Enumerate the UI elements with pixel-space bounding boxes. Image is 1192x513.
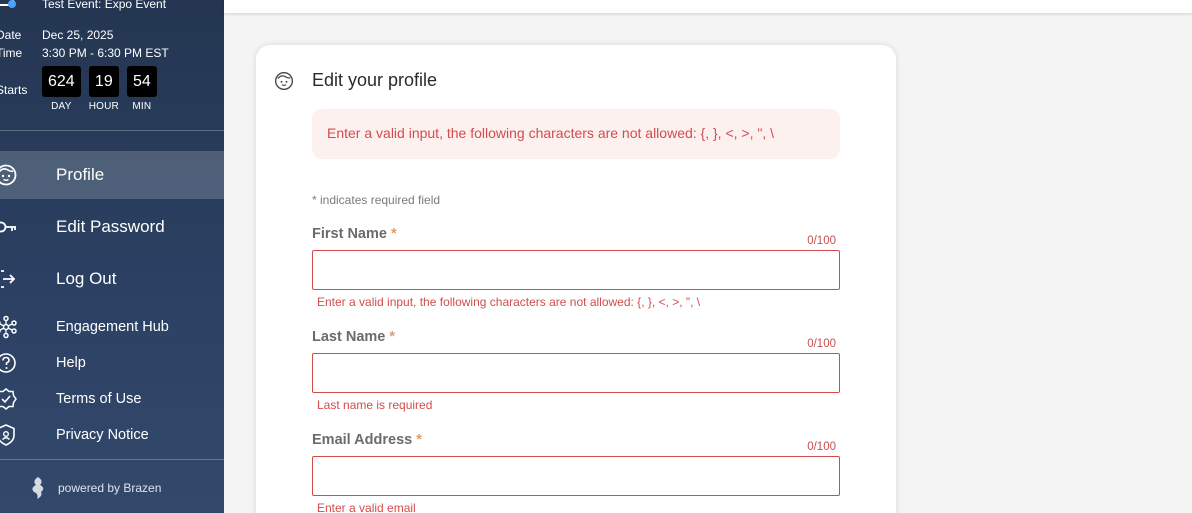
last-name-label: Last Name * (312, 329, 395, 345)
face-icon (0, 164, 17, 186)
email-input[interactable] (312, 456, 840, 496)
sidebar-item-label: Log Out (56, 269, 117, 288)
sidebar-item-label: Profile (56, 165, 105, 184)
sidebar-item-profile[interactable]: Profile (0, 151, 224, 199)
date-label: Date (0, 28, 22, 42)
sidebar-item-label: Edit Password (56, 217, 165, 236)
sidebar-item-label: Help (56, 355, 86, 371)
email-label: Email Address * (312, 432, 422, 448)
logout-icon (0, 270, 16, 288)
page-title: Edit your profile (312, 70, 438, 90)
required-star: * (389, 329, 396, 345)
sidebar: Test Event: Expo Event Date Dec 25, 2025… (0, 0, 224, 513)
first-name-label: First Name * (312, 226, 397, 242)
countdown-minutes-label: MIN (132, 101, 152, 112)
top-bar (224, 0, 1192, 13)
network-icon (0, 315, 17, 339)
sidebar-item-label: Engagement Hub (56, 319, 169, 335)
last-name-label-text: Last Name (312, 329, 386, 345)
required-star: * (416, 432, 422, 448)
edit-profile-card: Edit your profile Enter a valid input, t… (256, 45, 896, 513)
shield-icon (0, 424, 15, 446)
first-name-label-text: First Name (312, 226, 387, 242)
countdown-hours-value: 19 (88, 66, 119, 97)
email-error: Enter a valid email (317, 501, 416, 513)
brazen-logo-icon (32, 477, 44, 499)
sidebar-item-engagement-hub[interactable]: Engagement Hub (0, 315, 224, 339)
countdown-days-label: DAY (51, 101, 72, 112)
sidebar-item-log-out[interactable]: Log Out (0, 255, 224, 303)
last-name-error: Last name is required (317, 398, 433, 412)
last-name-input[interactable] (312, 353, 840, 393)
first-name-input[interactable] (312, 250, 840, 290)
help-icon (0, 353, 16, 373)
sidebar-item-privacy-notice[interactable]: Privacy Notice (0, 423, 224, 447)
powered-by: powered by Brazen (28, 476, 161, 500)
powered-by-text: powered by Brazen (58, 481, 162, 495)
countdown-minutes: 54 MIN (126, 66, 157, 112)
sidebar-item-edit-password[interactable]: Edit Password (0, 203, 224, 251)
countdown-hours-label: HOUR (88, 101, 119, 112)
countdown-days-value: 624 (42, 66, 81, 97)
time-value: 3:30 PM - 6:30 PM EST (42, 46, 169, 60)
sidebar-item-label: Privacy Notice (56, 427, 149, 443)
email-label-text: Email Address (312, 432, 413, 448)
first-name-error: Enter a valid input, the following chara… (317, 295, 701, 309)
sidebar-divider (0, 459, 224, 460)
last-name-char-count: 0/100 (807, 338, 836, 350)
sidebar-item-label: Terms of Use (56, 391, 142, 407)
key-icon (0, 221, 16, 233)
sidebar-item-terms-of-use[interactable]: Terms of Use (0, 387, 224, 411)
badge-check-icon (0, 388, 17, 410)
error-alert: Enter a valid input, the following chara… (312, 109, 840, 159)
sidebar-item-help[interactable]: Help (0, 351, 224, 375)
required-field-note: * indicates required field (312, 193, 441, 207)
starts-label: Starts (0, 83, 28, 97)
time-label: Time (0, 46, 23, 60)
sidebar-divider (0, 130, 224, 131)
date-value: Dec 25, 2025 (42, 28, 114, 42)
email-char-count: 0/100 (807, 441, 836, 453)
calendar-icon (0, 0, 16, 8)
first-name-char-count: 0/100 (807, 235, 836, 247)
countdown: 624 DAY 19 HOUR 54 MIN (42, 66, 157, 112)
countdown-minutes-value: 54 (126, 66, 157, 97)
event-title: Test Event: Expo Event (42, 0, 167, 11)
countdown-days: 624 DAY (42, 66, 81, 112)
countdown-hours: 19 HOUR (89, 66, 119, 112)
face-icon (275, 72, 293, 90)
required-star: * (390, 226, 397, 242)
